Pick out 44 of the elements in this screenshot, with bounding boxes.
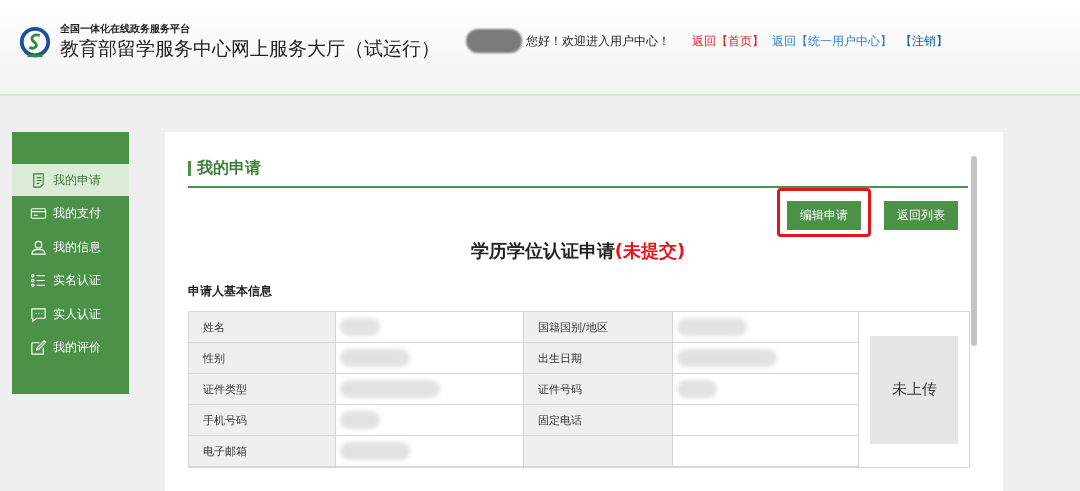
label-cell: 国籍国别/地区 — [524, 312, 673, 343]
person-icon — [30, 238, 47, 256]
card-icon — [30, 205, 47, 222]
blurred-value — [340, 349, 410, 367]
form-status: (未提交) — [614, 240, 686, 261]
sidebar-item[interactable]: 我的信息 — [12, 231, 129, 263]
label-cell: 证件类型 — [189, 374, 336, 405]
title-bar-icon — [188, 161, 191, 176]
sidebar-item[interactable]: 实人认证 — [12, 298, 129, 330]
label-cell: 出生日期 — [524, 343, 673, 374]
blurred-value — [340, 318, 380, 336]
group-title: 申请人基本信息 — [188, 283, 273, 300]
sidebar-item[interactable]: 我的支付 — [12, 197, 129, 230]
form-title: 学历学位认证申请 — [470, 240, 615, 261]
label-cell: 电子邮箱 — [189, 436, 336, 467]
blurred-value — [340, 411, 380, 429]
greeting-text: 您好！欢迎进入用户中心！ — [526, 32, 670, 50]
document-icon — [30, 171, 47, 189]
blurred-avatar — [466, 29, 522, 53]
label-cell: 证件号码 — [524, 374, 673, 405]
platform-name: 全国一体化在线政务服务平台 — [60, 21, 191, 35]
header-link[interactable]: 【注销】 — [900, 32, 948, 50]
action-button[interactable]: 编辑申请 — [787, 201, 861, 230]
label-cell: 性别 — [189, 343, 336, 374]
sidebar-item[interactable]: 我的申请 — [12, 164, 129, 196]
edit-icon — [30, 339, 47, 356]
logo-icon — [18, 26, 52, 60]
header-link[interactable]: 返回【首页】 — [692, 32, 764, 50]
scrollbar-thumb[interactable] — [971, 156, 977, 346]
blurred-value — [677, 318, 747, 336]
header-link[interactable]: 返回【统一用户中心】 — [772, 32, 892, 50]
sidebar-item[interactable]: 我的评价 — [12, 331, 129, 364]
sidebar-item[interactable]: 实名认证 — [12, 264, 129, 297]
site-title: 教育部留学服务中心网上服务大厅（试运行） — [60, 35, 440, 61]
label-cell: 姓名 — [189, 312, 336, 343]
action-button[interactable]: 返回列表 — [884, 201, 958, 230]
section-title: 我的申请 — [197, 158, 261, 179]
label-cell: 固定电话 — [524, 405, 673, 436]
label-cell: 手机号码 — [189, 405, 336, 436]
blurred-value — [340, 442, 410, 460]
photo-field: 未上传 — [870, 335, 958, 444]
list-icon — [30, 272, 47, 289]
blurred-value — [677, 380, 717, 398]
chat-icon — [30, 305, 47, 323]
